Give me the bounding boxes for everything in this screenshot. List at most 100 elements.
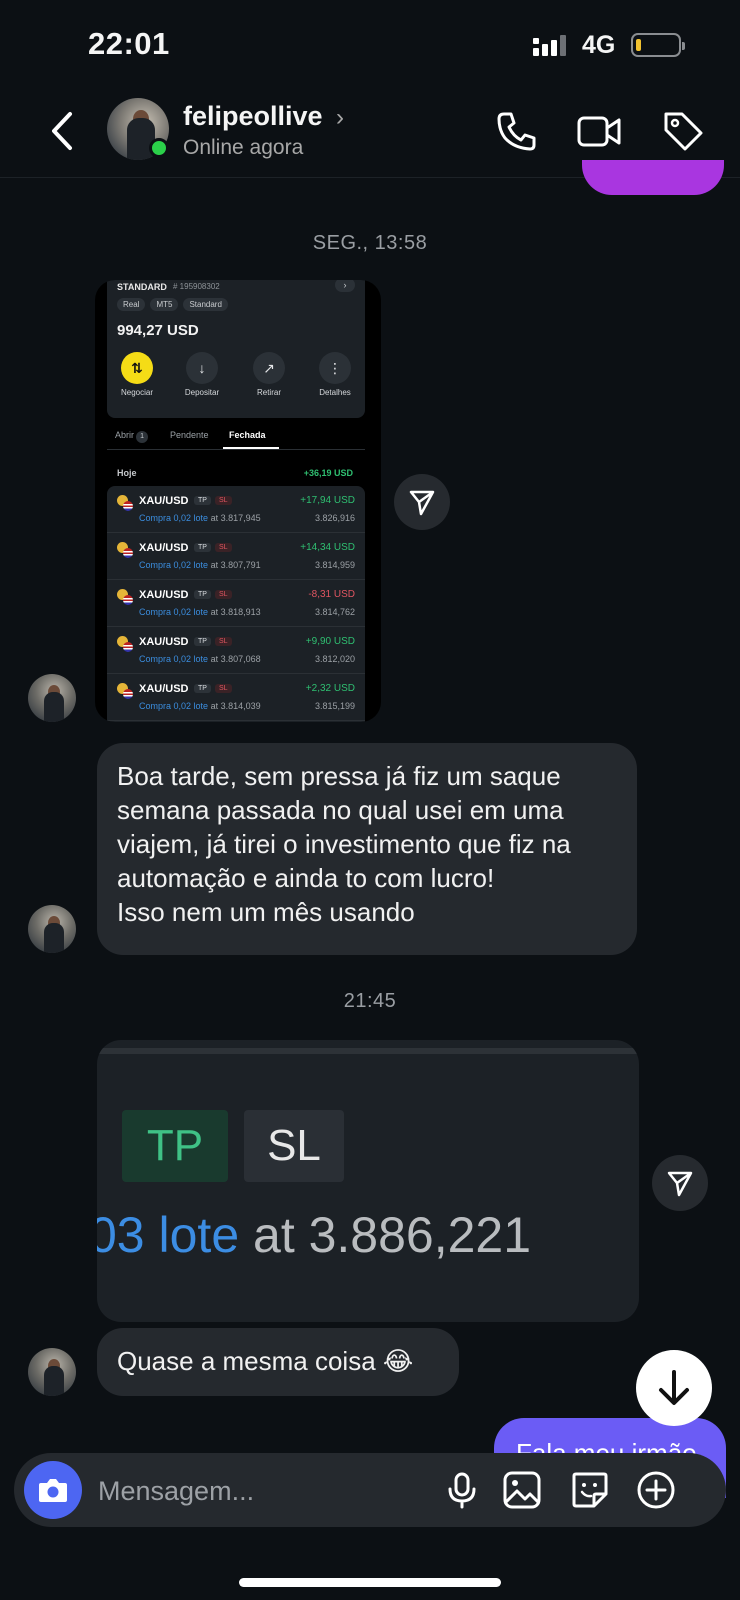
trade-close-price: 3.826,916 (314, 513, 355, 523)
tp-badge: TP (194, 637, 211, 646)
message-bubble[interactable]: Boa tarde, sem pressa já fiz um saque se… (97, 743, 637, 955)
day-label: Hoje (117, 468, 137, 478)
trade-price: at 3.886,221 (239, 1207, 532, 1263)
trade-open-price: at 3.814,039 (210, 701, 261, 711)
message-input[interactable] (98, 1471, 428, 1511)
trade-result: +14,34 USD (300, 542, 355, 553)
xau-usd-flag-icon (117, 589, 133, 605)
trade-result: +9,90 USD (305, 636, 355, 647)
contact-name[interactable]: felipeollive (183, 101, 323, 132)
status-time: 22:01 (88, 26, 170, 61)
timestamp: SEG., 13:58 (312, 232, 428, 254)
trade-symbol: XAU/USD (139, 589, 189, 601)
mic-icon[interactable] (442, 1470, 482, 1510)
deposit-icon: ↓ (186, 352, 218, 384)
trade-result: -8,31 USD (308, 589, 355, 600)
sender-avatar[interactable] (28, 674, 76, 722)
account-card: STANDARD # 195908302 › Real MT5 Standard… (107, 280, 365, 418)
trade-row: XAU/USD TP SL -8,31 USD Compra 0,02 lote… (107, 580, 365, 627)
sender-avatar[interactable] (28, 1348, 76, 1396)
tab-open: Abrir (115, 430, 135, 440)
open-count: 1 (136, 431, 149, 443)
withdraw-icon: ↗ (253, 352, 285, 384)
share-icon (409, 490, 435, 516)
tab-closed: Fechada (229, 430, 266, 440)
trade-row: XAU/USD TP SL +17,94 USD Compra 0,02 lot… (107, 486, 365, 533)
day-pnl: +36,19 USD (303, 468, 353, 478)
trade-result: +2,32 USD (305, 683, 355, 694)
online-indicator (149, 138, 169, 158)
trade-close-price: 3.814,762 (314, 607, 355, 617)
xau-usd-flag-icon (117, 636, 133, 652)
trade-symbol: XAU/USD (139, 495, 189, 507)
share-button[interactable] (652, 1155, 708, 1211)
xau-usd-flag-icon (117, 542, 133, 558)
trade-list: XAU/USD TP SL +17,94 USD Compra 0,02 lot… (107, 486, 365, 722)
sender-avatar[interactable] (28, 905, 76, 953)
message-composer (14, 1453, 726, 1527)
action-label: Negociar (120, 388, 153, 397)
account-balance: 994,27 USD (117, 322, 199, 339)
phone-icon[interactable] (494, 108, 540, 154)
previous-outgoing-bubble (582, 160, 724, 195)
tag-icon[interactable] (660, 108, 706, 154)
gallery-icon[interactable] (502, 1470, 542, 1510)
home-indicator (239, 1578, 501, 1587)
sl-badge: SL (215, 684, 232, 693)
action-label: Detalhes (319, 388, 351, 397)
trade-close-price: 3.814,959 (314, 560, 355, 570)
trade-side: Compra 0,02 lote (139, 701, 209, 711)
trade-open-price: at 3.807,791 (210, 560, 261, 570)
chevron-right-icon[interactable]: › (336, 104, 344, 132)
back-icon[interactable] (44, 106, 84, 156)
day-summary: Hoje +36,19 USD (117, 468, 353, 478)
camera-button[interactable] (24, 1461, 82, 1519)
trade-symbol: XAU/USD (139, 636, 189, 648)
trade-open-price: at 3.817,945 (210, 513, 261, 523)
sl-badge: SL (215, 543, 232, 552)
xau-usd-flag-icon (117, 495, 133, 511)
sl-badge: SL (215, 637, 232, 646)
plus-icon[interactable] (636, 1470, 676, 1510)
share-button[interactable] (394, 474, 450, 530)
sl-badge: SL (244, 1110, 344, 1182)
sl-badge: SL (215, 496, 232, 505)
trade-symbol: XAU/USD (139, 542, 189, 554)
xau-usd-flag-icon (117, 683, 133, 699)
account-number: # 195908302 (173, 282, 220, 291)
timestamp: 21:45 (343, 990, 397, 1012)
trade-side: Compra 0,02 lote (139, 560, 209, 570)
action-label: Retirar (256, 388, 281, 397)
battery-icon (631, 33, 685, 57)
arrow-down-icon (659, 1370, 689, 1405)
action-label: Depositar (184, 388, 220, 397)
shared-image-trade-crop[interactable]: TP SL 03 lote at 3.886,221 (97, 1040, 639, 1322)
trade-lot: 03 lote (97, 1207, 240, 1263)
trade-result: +17,94 USD (300, 495, 355, 506)
tp-badge: TP (194, 543, 211, 552)
trade-close-price: 3.812,020 (314, 654, 355, 664)
tab-pending: Pendente (170, 430, 209, 440)
trade-side: Compra 0,02 lote (139, 513, 209, 523)
account-tag: MT5 (150, 298, 179, 311)
trade-side: Compra 0,02 lote (139, 654, 209, 664)
share-icon (667, 1171, 693, 1197)
trade-close-price: 3.815,199 (314, 701, 355, 711)
trade-row: XAU/USD TP SL +9,90 USD Compra 0,02 lote… (107, 627, 365, 674)
trade-detail: 03 lote at 3.886,221 (97, 1206, 531, 1264)
scroll-to-bottom-button[interactable] (636, 1350, 712, 1426)
chevron-right-icon: › (335, 280, 355, 292)
trade-icon: ⇅ (121, 352, 153, 384)
tp-badge: TP (194, 590, 211, 599)
sticker-icon[interactable] (570, 1470, 610, 1510)
contact-status: Online agora (183, 136, 304, 159)
trade-side: Compra 0,02 lote (139, 607, 209, 617)
shared-image-broker-account[interactable]: STANDARD # 195908302 › Real MT5 Standard… (95, 280, 381, 722)
trade-tabs: Abrir 1 Pendente Fechada (107, 426, 365, 450)
sl-badge: SL (215, 590, 232, 599)
more-icon: ⋮ (319, 352, 351, 384)
message-bubble[interactable]: Quase a mesma coisa 😂 (97, 1328, 459, 1396)
trade-symbol: XAU/USD (139, 683, 189, 695)
tp-badge: TP (194, 496, 211, 505)
video-icon[interactable] (576, 108, 622, 154)
